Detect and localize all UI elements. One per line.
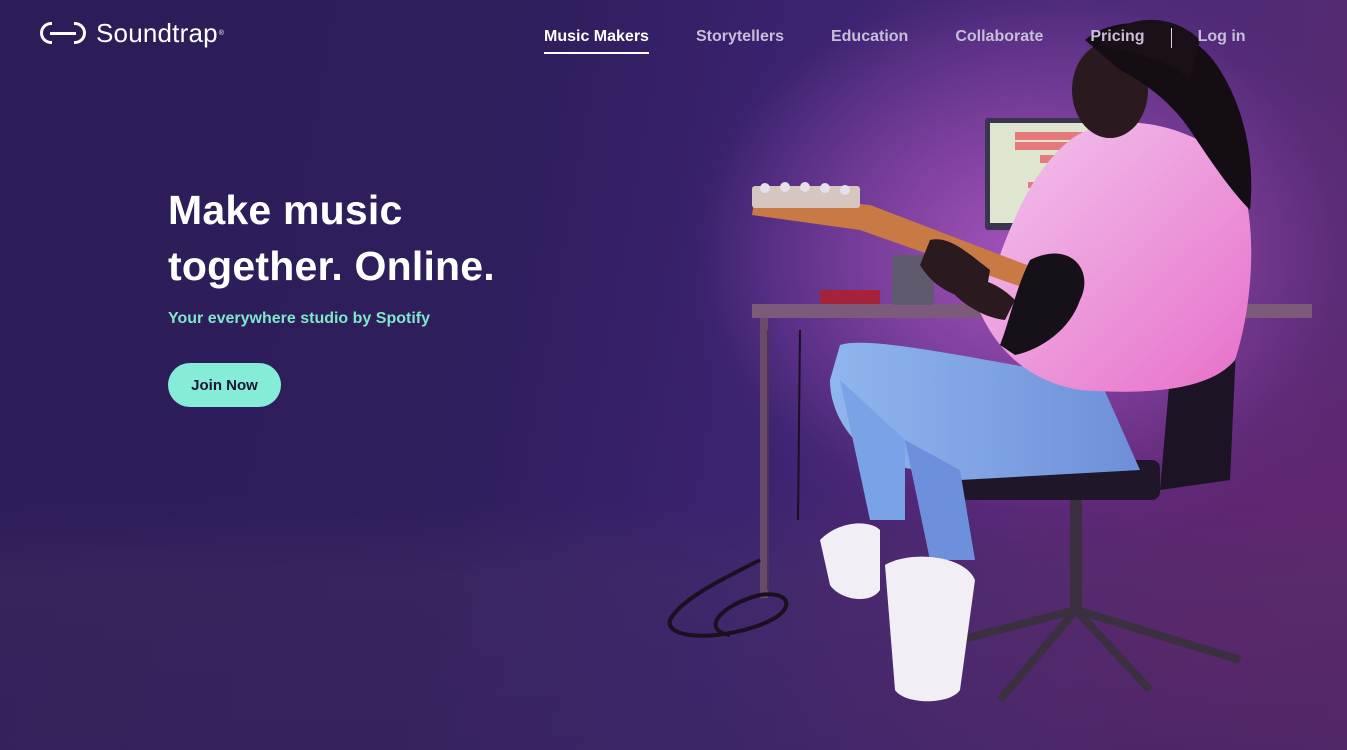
- main-nav: Music Makers Storytellers Education Coll…: [544, 28, 1246, 54]
- hero-subtitle: Your everywhere studio by Spotify: [168, 310, 430, 327]
- soundtrap-logo[interactable]: Soundtrap ®: [40, 18, 224, 49]
- nav-divider: [1170, 28, 1172, 48]
- nav-item-storytellers[interactable]: Storytellers: [696, 28, 784, 54]
- nav-item-music-makers[interactable]: Music Makers: [544, 28, 649, 54]
- hero-title-line-2: together. Online.: [168, 243, 495, 289]
- hero-section: Make music together. Online. Your everyw…: [168, 182, 648, 407]
- hero-title: Make music together. Online.: [168, 182, 648, 294]
- nav-item-collaborate[interactable]: Collaborate: [955, 28, 1043, 54]
- soundtrap-logo-icon: [40, 19, 86, 49]
- login-link[interactable]: Log in: [1198, 28, 1246, 54]
- hero-title-line-1: Make music: [168, 187, 403, 233]
- join-now-button[interactable]: Join Now: [168, 363, 281, 407]
- registered-mark: ®: [218, 30, 224, 37]
- logo-wordmark: Soundtrap: [96, 18, 218, 48]
- nav-item-pricing[interactable]: Pricing: [1090, 28, 1144, 54]
- nav-item-education[interactable]: Education: [831, 28, 908, 54]
- landing-page: Soundtrap ® Music Makers Storytellers Edu…: [0, 0, 1347, 750]
